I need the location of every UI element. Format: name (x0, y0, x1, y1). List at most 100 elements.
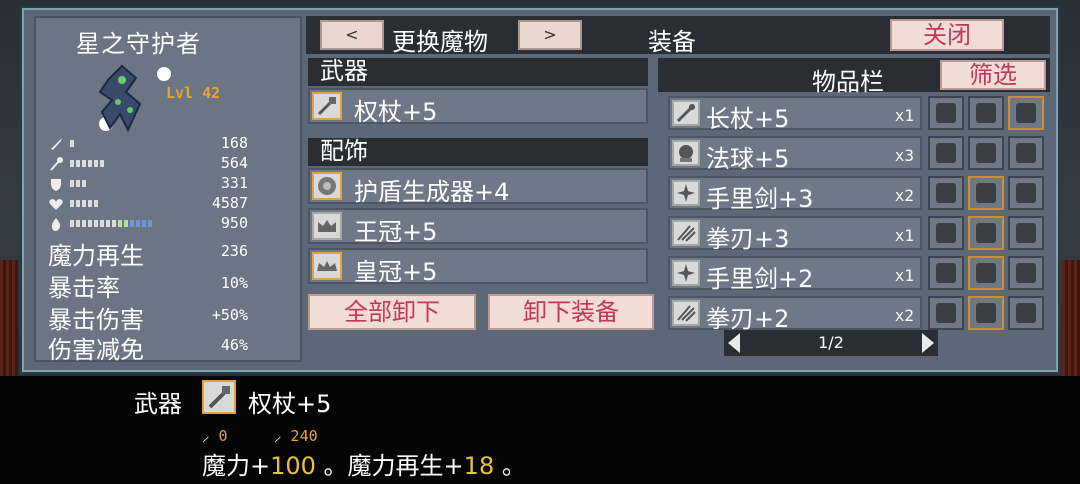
stat-value: 4587 (211, 194, 248, 212)
compare-slot-weapon[interactable] (928, 296, 964, 330)
desc-text: 魔力+ (202, 452, 271, 480)
compare-slot-accessory[interactable] (1008, 136, 1044, 170)
accessory-slot-1[interactable]: 护盾生成器+4 (308, 168, 648, 206)
shuriken-icon (672, 180, 700, 206)
stat-value: 331 (220, 174, 248, 192)
accessory-heading: 配饰 (308, 138, 648, 166)
inventory-pager: 1/2 (724, 330, 938, 356)
close-button[interactable]: 关闭 (890, 19, 1004, 51)
scene-lava-left (0, 260, 18, 380)
compare-slot-weapon[interactable] (928, 136, 964, 170)
accessory-name: 王冠+5 (354, 218, 438, 246)
compare-slot-accessory[interactable] (968, 216, 1004, 250)
compare-slot-accessory[interactable] (1008, 176, 1044, 210)
tooltip-item-name: 权杖+5 (248, 390, 332, 418)
stat-value: 950 (220, 214, 248, 232)
compare-slot-weapon[interactable] (928, 96, 964, 130)
item-name: 手里剑+2 (706, 265, 814, 293)
crown-icon (312, 212, 342, 240)
compare-slot-accessory[interactable] (968, 136, 1004, 170)
stat-row-mana: 950 (48, 214, 248, 234)
stat-bar (70, 180, 86, 187)
compare-slot-accessory[interactable] (968, 296, 1004, 330)
compare-slot-weapon[interactable] (928, 256, 964, 290)
accessory-slot-3[interactable]: 皇冠+5 (308, 248, 648, 286)
compare-slot-accessory[interactable] (1008, 256, 1044, 290)
inventory-item[interactable]: 长杖+5 x1 (668, 96, 922, 133)
inventory-item[interactable]: 法球+5 x3 (668, 136, 922, 173)
item-quantity: x2 (894, 186, 914, 205)
item-name: 长杖+5 (706, 105, 790, 133)
weapon-heading: 武器 (308, 58, 648, 86)
desc-text: 。魔力再生+ (315, 452, 464, 480)
inventory-title: 物品栏 (812, 68, 884, 96)
inventory-item[interactable]: 手里剑+2 x1 (668, 256, 922, 293)
compare-slot-accessory[interactable] (968, 256, 1004, 290)
desc-value: 100 (270, 452, 316, 480)
stat-bar (70, 220, 152, 227)
character-panel: 星之守护者 Lvl 42 168 564 331 4587 950 魔力再生 2… (34, 16, 302, 364)
compare-slot-accessory[interactable] (1008, 96, 1044, 130)
attr-crit-rate: 暴击率 10% (48, 268, 248, 302)
attr-value: +50% (211, 306, 248, 324)
unequip-button[interactable]: 卸下装备 (488, 294, 654, 330)
tooltip-magic-stat: ⸝ 240 (274, 426, 318, 446)
stat-value: 564 (220, 154, 248, 172)
prev-monster-button[interactable]: < (320, 20, 384, 50)
attr-value: 46% (220, 336, 248, 354)
stat-row-magic: 564 (48, 154, 248, 174)
tooltip-magic-value: 240 (290, 427, 318, 445)
sword-icon (51, 138, 62, 150)
desc-text: 。 (494, 452, 526, 480)
scepter-icon (202, 380, 236, 414)
attr-value: 236 (220, 242, 248, 260)
weapon-slot[interactable]: 权杖+5 (308, 88, 648, 126)
sword-icon: ⸝ (202, 427, 210, 445)
inventory-item[interactable]: 拳刃+3 x1 (668, 216, 922, 253)
item-quantity: x2 (894, 306, 914, 325)
attr-crit-damage: 暴击伤害 +50% (48, 300, 248, 334)
unequip-all-button[interactable]: 全部卸下 (308, 294, 476, 330)
mana-icon (51, 218, 61, 231)
stat-bar (70, 200, 98, 207)
shuriken-icon (672, 260, 700, 286)
attr-value: 10% (220, 274, 248, 292)
heart-icon (49, 199, 63, 210)
compare-slot-weapon[interactable] (928, 216, 964, 250)
long-staff-icon (672, 100, 700, 126)
attr-mana-regen: 魔力再生 236 (48, 236, 248, 270)
compare-slot-accessory[interactable] (968, 96, 1004, 130)
accessory-slot-2[interactable]: 王冠+5 (308, 208, 648, 246)
item-tooltip: 武器 权杖+5 ⸝ 0 ⸝ 240 魔力+100 。魔力再生+18 。 (0, 376, 1080, 484)
item-quantity: x3 (894, 146, 914, 165)
tooltip-description: 魔力+100 。魔力再生+18 。 (202, 446, 526, 481)
compare-slot-weapon[interactable] (928, 176, 964, 210)
compare-slot-accessory[interactable] (968, 176, 1004, 210)
stat-row-health: 4587 (48, 194, 248, 214)
inventory-header: 物品栏 筛选 (658, 58, 1050, 96)
stat-row-defense: 331 (48, 174, 248, 194)
page-indicator: 1/2 (818, 333, 844, 352)
change-monster-label: 更换魔物 (392, 28, 488, 56)
equipment-window: 星之守护者 Lvl 42 168 564 331 4587 950 魔力再生 2… (22, 8, 1058, 372)
scene-lava-right (1062, 260, 1080, 380)
compare-slot-accessory[interactable] (1008, 296, 1044, 330)
item-quantity: x1 (894, 226, 914, 245)
character-name: 星之守护者 (76, 30, 201, 58)
attr-label: 暴击率 (48, 274, 120, 302)
tooltip-attack-stat: ⸝ 0 (202, 426, 228, 446)
attr-label: 伤害减免 (48, 336, 144, 364)
item-name: 拳刃+2 (706, 305, 790, 333)
shield-generator-icon (312, 172, 342, 200)
stat-row-attack: 168 (48, 134, 248, 154)
next-page-icon[interactable] (922, 333, 934, 353)
stat-bar (70, 160, 104, 167)
compare-slot-accessory[interactable] (1008, 216, 1044, 250)
inventory-item[interactable]: 拳刃+2 x2 (668, 296, 922, 333)
stat-value: 168 (220, 134, 248, 152)
filter-button[interactable]: 筛选 (940, 60, 1046, 90)
item-quantity: x1 (894, 266, 914, 285)
inventory-item[interactable]: 手里剑+3 x2 (668, 176, 922, 213)
item-quantity: x1 (894, 106, 914, 125)
next-monster-button[interactable]: > (518, 20, 582, 50)
